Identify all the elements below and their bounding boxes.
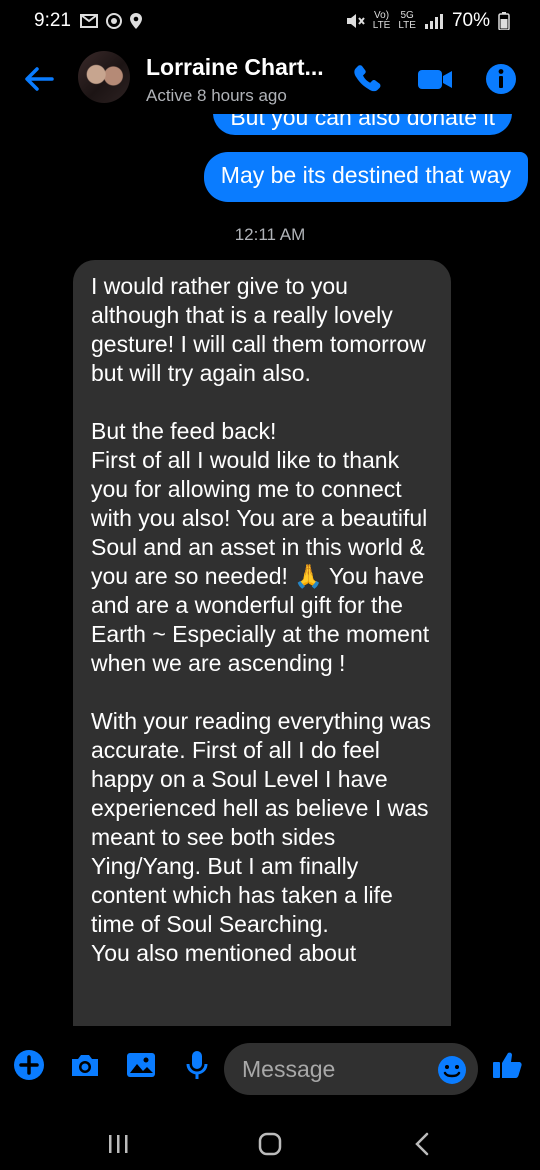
home-button[interactable] <box>250 1124 290 1164</box>
camera-icon[interactable] <box>68 1048 102 1082</box>
message-timestamp: 12:11 AM <box>234 225 306 244</box>
video-call-icon[interactable] <box>416 62 454 96</box>
battery-icon <box>498 12 510 30</box>
status-bar: 9:21 Vo) LTE 5G LTE 70% <box>0 0 540 42</box>
contact-status: Active 8 hours ago <box>146 86 287 105</box>
message-list[interactable]: But you can also donate it May be its de… <box>0 114 540 1026</box>
outgoing-message[interactable]: But you can also donate it <box>213 114 512 135</box>
settings-badge-icon <box>105 13 122 29</box>
status-time: 9:21 <box>34 10 71 31</box>
home-icon <box>258 1132 282 1156</box>
phone-call-icon[interactable] <box>350 62 384 96</box>
recent-apps-button[interactable] <box>98 1124 138 1164</box>
contact-avatar[interactable] <box>78 51 130 103</box>
signal-icon <box>424 14 443 29</box>
microphone-icon[interactable] <box>180 1048 214 1082</box>
message-composer <box>0 1026 540 1114</box>
gmail-icon <box>79 14 98 28</box>
location-icon <box>129 13 142 29</box>
status-right: Vo) LTE 5G LTE 70% <box>345 10 510 32</box>
battery-percent: 70% <box>451 10 490 31</box>
volte-label: Vo) LTE <box>372 10 391 31</box>
notification-icons <box>79 12 143 30</box>
plus-icon[interactable] <box>12 1048 46 1082</box>
chat-header: Lorraine Chart... Active 8 hours ago <box>0 42 540 114</box>
back-arrow-icon[interactable] <box>22 62 56 96</box>
mute-icon <box>346 14 365 28</box>
incoming-message-text: I would rather give to you although that… <box>91 273 432 966</box>
back-chevron-icon <box>415 1132 429 1156</box>
outgoing-message[interactable]: May be its destined that way <box>203 152 528 202</box>
incoming-message[interactable]: I would rather give to you although that… <box>73 260 451 1026</box>
emoji-icon[interactable] <box>436 1054 468 1086</box>
system-nav-bar <box>0 1114 540 1170</box>
thumbs-up-icon[interactable] <box>490 1048 524 1082</box>
network-label: 5G LTE <box>398 10 416 31</box>
info-icon[interactable] <box>484 62 518 96</box>
back-button[interactable] <box>402 1124 442 1164</box>
contact-name[interactable]: Lorraine Chart... <box>146 54 324 81</box>
recent-apps-icon <box>109 1135 128 1153</box>
gallery-icon[interactable] <box>124 1048 158 1082</box>
